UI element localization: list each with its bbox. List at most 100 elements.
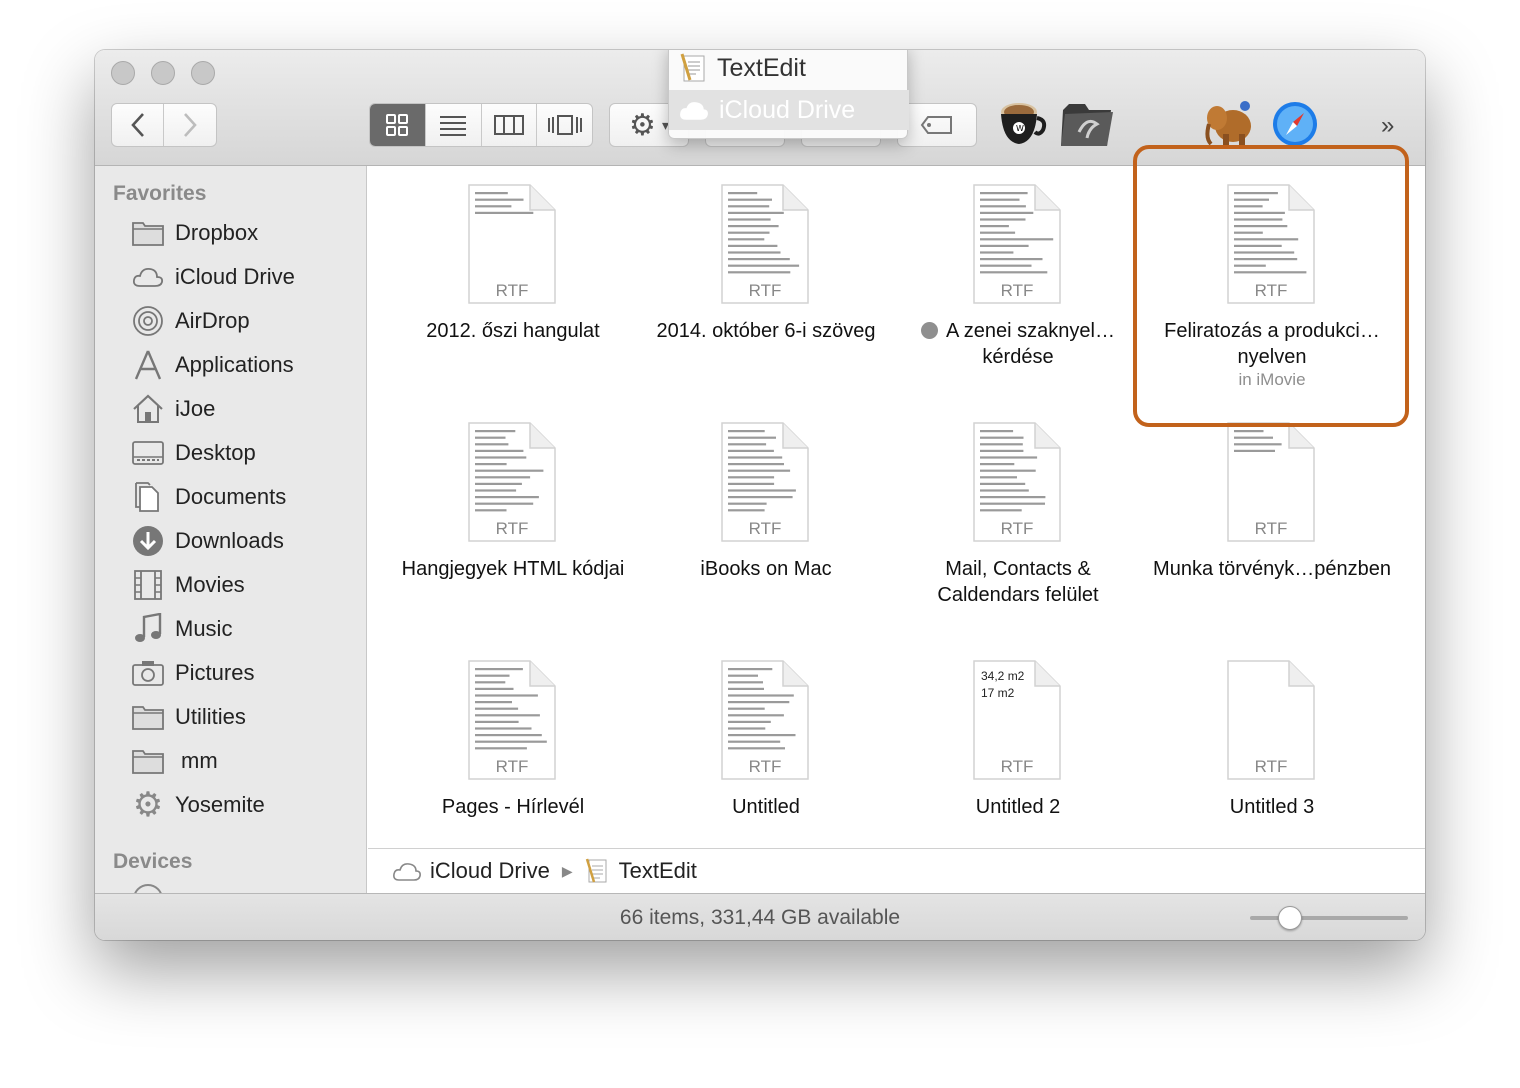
macports-app-icon[interactable] (1203, 98, 1259, 148)
movies-icon (131, 568, 165, 602)
file-item[interactable]: 34,2 m2 17 m2 RTF Untitled 2 (893, 642, 1143, 872)
applications-icon (131, 348, 165, 382)
popup-item-icloud-drive[interactable]: iCloud Drive (669, 90, 909, 130)
file-item[interactable]: RTF Untitled 3 (1147, 642, 1397, 872)
icon-view-button[interactable] (370, 104, 426, 146)
file-type-label: RTF (749, 757, 782, 776)
cloud-icon (680, 102, 708, 120)
rtf-document-icon: RTF (468, 660, 556, 780)
sidebar-item-downloads[interactable]: Downloads (131, 521, 284, 561)
file-name: iBooks on Mac (700, 558, 832, 580)
preview-text: 17 m2 (981, 686, 1015, 700)
status-bar: 66 items, 331,44 GB available (95, 893, 1425, 940)
rtf-document-icon: RTF (973, 184, 1061, 304)
navigation-buttons (111, 103, 217, 147)
file-name: Munka törvényk…pénzben (1153, 558, 1391, 580)
rtf-document-icon: RTF (468, 184, 556, 304)
column-view-button[interactable] (482, 104, 538, 146)
back-button[interactable] (112, 104, 165, 146)
file-name: Untitled (732, 796, 800, 818)
file-item[interactable]: RTF Untitled (641, 642, 891, 872)
safari-app-icon[interactable] (1271, 100, 1319, 148)
gear-icon: ⚙ (629, 108, 656, 142)
gear-icon: ⚙ (132, 786, 164, 824)
music-icon (131, 612, 165, 646)
sidebar-item-icloud-drive[interactable]: iCloud Drive (131, 257, 295, 297)
sidebar-item-utilities[interactable]: Utilities (131, 697, 246, 737)
file-item[interactable]: RTF Hangjegyek HTML kódjai (388, 404, 638, 634)
finder-window: ⚙ ▾ W » TextEdit iCloud Drive Favorites … (95, 50, 1425, 940)
sidebar-item-ijoe[interactable]: iJoe (131, 389, 215, 429)
path-segment-icloud-drive[interactable]: iCloud Drive (430, 858, 550, 884)
sidebar: Favorites Dropbox iCloud Drive AirDrop A… (95, 166, 367, 893)
sidebar-item-yosemite[interactable]: ⚙ Yosemite (131, 785, 265, 825)
selection-highlight (1133, 145, 1409, 427)
file-item[interactable]: RTF Pages - Hírlevél (388, 642, 638, 872)
path-segment-textedit[interactable]: TextEdit (619, 858, 697, 884)
sidebar-item-airdrop[interactable]: AirDrop (131, 301, 250, 341)
sidebar-item-mm[interactable]: mm (131, 741, 218, 781)
file-name: Untitled 3 (1229, 796, 1315, 818)
list-view-button[interactable] (426, 104, 482, 146)
file-name: Pages - Hírlevél (441, 796, 585, 818)
sidebar-item-dropbox[interactable]: Dropbox (131, 213, 258, 253)
forward-button[interactable] (164, 104, 216, 146)
chevron-left-icon (130, 113, 144, 137)
file-item[interactable]: RTF Munka törvényk…pénzben (1147, 404, 1397, 634)
icon-size-slider-thumb[interactable] (1277, 906, 1302, 930)
airdrop-icon (131, 304, 165, 338)
zoom-window-button[interactable] (191, 61, 215, 85)
status-text: 66 items, 331,44 GB available (619, 906, 901, 929)
tag-button[interactable] (897, 103, 977, 147)
sidebar-heading-favorites: Favorites (113, 182, 207, 205)
coverflow-icon (547, 115, 582, 135)
file-name: 2012. őszi hangulat (426, 320, 600, 342)
coverflow-view-button[interactable] (537, 104, 592, 146)
file-type-label: RTF (1001, 757, 1034, 776)
sidebar-item-documents[interactable]: Documents (131, 477, 286, 517)
rtf-document-icon: RTF (721, 184, 809, 304)
rtf-document-icon: RTF (1227, 422, 1315, 542)
file-item[interactable]: RTF 2012. őszi hangulat (388, 166, 638, 396)
svg-text:W: W (1016, 124, 1024, 133)
rtf-document-icon: RTF (468, 422, 556, 542)
sidebar-heading-devices: Devices (113, 850, 193, 873)
sidebar-item-movies[interactable]: Movies (131, 565, 245, 605)
rtf-document-icon: 34,2 m2 17 m2 RTF (973, 660, 1061, 780)
list-icon (440, 116, 467, 136)
minimize-window-button[interactable] (151, 61, 175, 85)
rtf-document-icon: RTF (1227, 660, 1315, 780)
coffee-app-icon[interactable]: W (993, 98, 1047, 152)
grid-icon (386, 114, 409, 136)
close-window-button[interactable] (111, 61, 135, 85)
file-item[interactable]: RTF A zenei szaknyel…kérdése (893, 166, 1143, 396)
pictures-icon (131, 656, 165, 690)
file-name: 2014. október 6-i szöveg (656, 320, 876, 342)
file-type-label: RTF (1001, 281, 1034, 300)
file-item[interactable]: RTF 2014. október 6-i szöveg (641, 166, 891, 396)
popup-item-textedit[interactable]: TextEdit (669, 50, 909, 88)
file-type-label: RTF (749, 281, 782, 300)
file-name: Mail, Contacts & Caldendars felület (937, 558, 1099, 606)
rtf-document-icon: RTF (973, 422, 1061, 542)
sidebar-item-pictures[interactable]: Pictures (131, 653, 254, 693)
desktop-icon (131, 436, 165, 470)
file-item[interactable]: RTF Mail, Contacts & Caldendars felület (893, 404, 1143, 634)
sidebar-item-music[interactable]: Music (131, 609, 232, 649)
folder-icon (131, 700, 165, 734)
sidebar-item-applications[interactable]: Applications (131, 345, 294, 385)
toolbar-overflow-button[interactable]: » (1381, 112, 1394, 140)
textedit-icon (585, 858, 607, 883)
sidebar-item-desktop[interactable]: Desktop (131, 433, 256, 473)
disk-icon[interactable] (133, 884, 163, 893)
icon-size-slider[interactable] (1250, 916, 1408, 920)
file-item[interactable]: RTF iBooks on Mac (641, 404, 891, 634)
cloud-icon (131, 260, 165, 294)
folder-icon (131, 216, 165, 250)
file-type-label: RTF (496, 519, 529, 538)
file-type-label: RTF (1255, 757, 1288, 776)
documents-icon (131, 480, 165, 514)
folder-actions-app-icon[interactable] (1059, 98, 1115, 150)
path-bar: iCloud Drive ▶ TextEdit (368, 848, 1425, 893)
rtf-document-icon: RTF (721, 660, 809, 780)
